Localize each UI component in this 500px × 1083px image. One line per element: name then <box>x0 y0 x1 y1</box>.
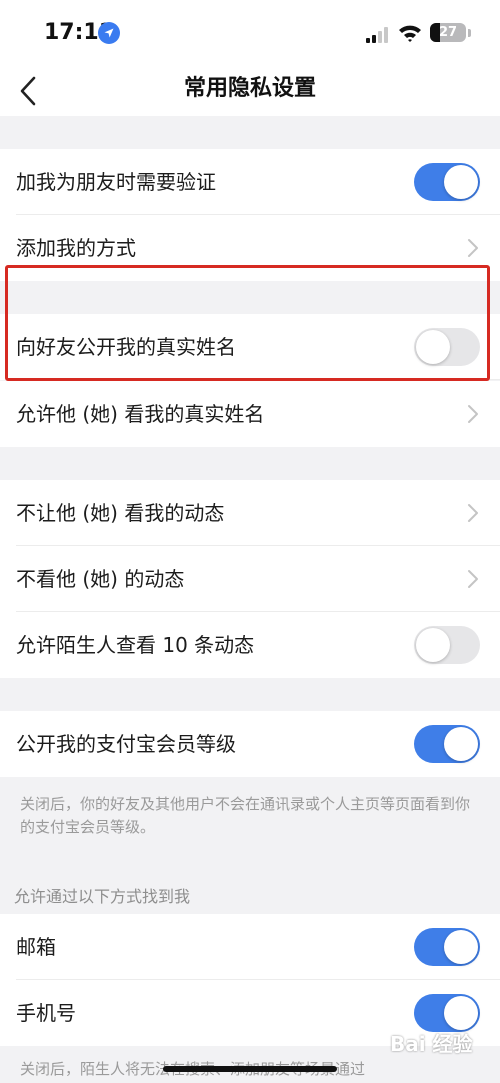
page-title: 常用隐私设置 <box>183 76 316 101</box>
row-hide-their-moments[interactable]: 不看他 (她) 的动态 <box>0 546 500 612</box>
battery-level: 27 <box>438 25 458 40</box>
back-chevron-icon[interactable] <box>16 74 40 108</box>
status-bar: 17:11 27 <box>0 0 500 66</box>
row-label: 加我为朋友时需要验证 <box>16 170 216 194</box>
stranger-moments-toggle[interactable] <box>414 626 480 664</box>
row-label: 允许陌生人查看 10 条动态 <box>16 633 255 657</box>
chevron-right-icon <box>468 239 478 257</box>
row-member-level: 公开我的支付宝会员等级 <box>0 711 500 777</box>
wifi-icon <box>399 25 421 42</box>
highlight-annotation-box <box>5 265 490 381</box>
chevron-right-icon <box>468 405 478 423</box>
row-friend-verification: 加我为朋友时需要验证 <box>0 149 500 215</box>
row-label: 邮箱 <box>16 935 56 959</box>
find-me-section-header: 允许通过以下方式找到我 <box>14 887 191 906</box>
row-label: 允许他 (她) 看我的真实姓名 <box>16 402 265 426</box>
chevron-right-icon <box>468 570 478 588</box>
battery-cap <box>468 29 471 37</box>
chevron-right-icon <box>468 504 478 522</box>
row-stranger-moments: 允许陌生人查看 10 条动态 <box>0 612 500 678</box>
email-toggle[interactable] <box>414 928 480 966</box>
row-allow-view-real-name[interactable]: 允许他 (她) 看我的真实姓名 <box>0 381 500 447</box>
toggle-knob <box>444 727 478 761</box>
home-indicator <box>163 1066 337 1072</box>
toggle-knob <box>444 996 478 1030</box>
nav-bar: 常用隐私设置 <box>0 66 500 116</box>
toggle-knob <box>444 165 478 199</box>
row-hide-my-moments[interactable]: 不让他 (她) 看我的动态 <box>0 480 500 546</box>
member-level-note: 关闭后，你的好友及其他用户不会在通讯录或个人主页等页面看到你的支付宝会员等级。 <box>20 795 471 836</box>
friend-verification-toggle[interactable] <box>414 163 480 201</box>
watermark: Bai 经验 <box>390 1032 473 1056</box>
phone-toggle[interactable] <box>414 994 480 1032</box>
member-level-toggle[interactable] <box>414 725 480 763</box>
row-label: 手机号 <box>16 1001 76 1025</box>
row-label: 不让他 (她) 看我的动态 <box>16 501 225 525</box>
row-email: 邮箱 <box>0 914 500 980</box>
row-label: 公开我的支付宝会员等级 <box>16 732 236 756</box>
row-label: 不看他 (她) 的动态 <box>16 567 185 591</box>
cellular-signal-icon <box>366 27 388 43</box>
location-arrow-icon <box>98 22 120 44</box>
battery-icon: 27 <box>430 23 466 42</box>
toggle-knob <box>416 628 450 662</box>
toggle-knob <box>444 930 478 964</box>
